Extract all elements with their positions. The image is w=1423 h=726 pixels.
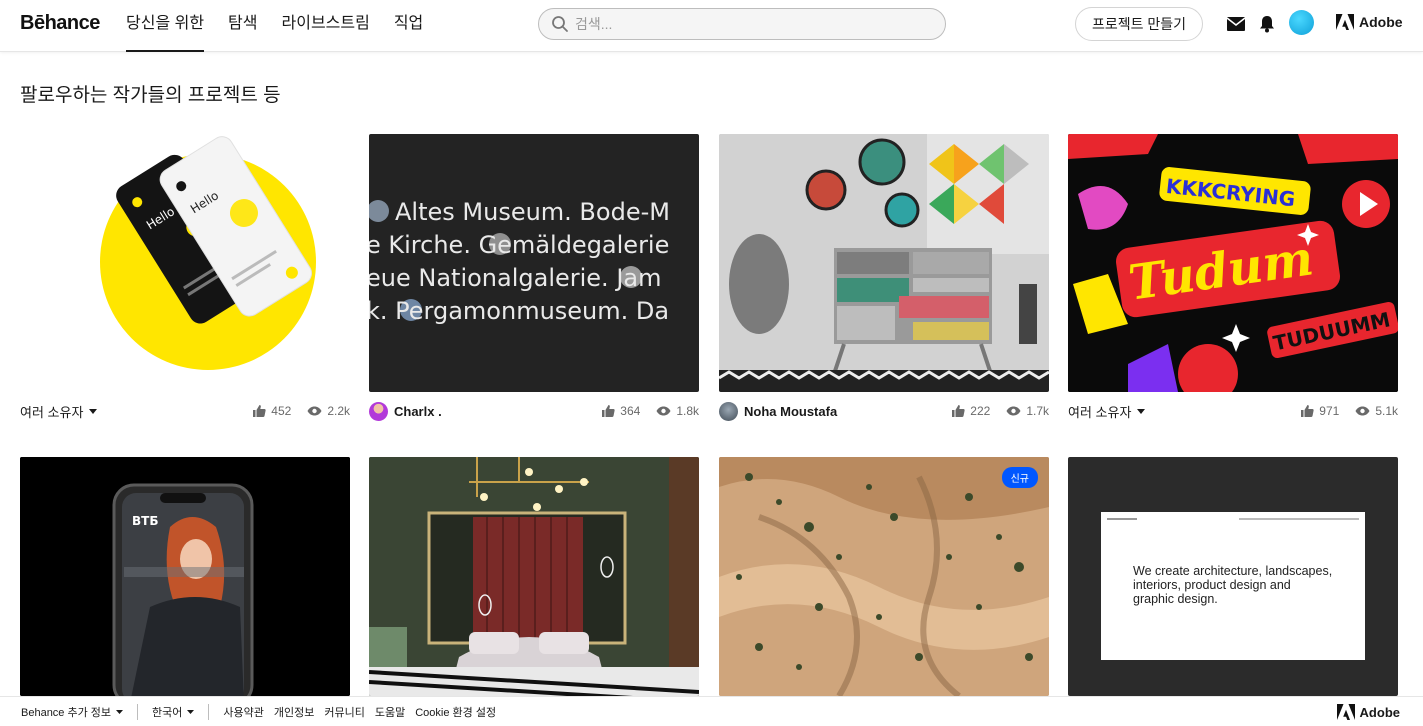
- bell-icon[interactable]: [1257, 14, 1277, 34]
- project-meta: 여러 소유자 971 5.1k: [1068, 401, 1398, 421]
- owner-dropdown[interactable]: 여러 소유자: [20, 402, 98, 421]
- likes-count: 452: [271, 404, 292, 418]
- thumbs-up-icon: [602, 405, 615, 417]
- caret-down-icon: [187, 709, 195, 714]
- eye-icon: [307, 406, 322, 416]
- nav-livestream[interactable]: 라이브스트림: [282, 0, 370, 52]
- eye-icon: [1355, 406, 1370, 416]
- adobe-logo-icon: [1336, 704, 1355, 720]
- divider: [208, 703, 210, 720]
- owner-link[interactable]: Noha Moustafa: [719, 401, 838, 421]
- project-thumbnail[interactable]: Altes Museum. Bode-M e Kirche. Gemäldega…: [369, 134, 699, 392]
- project-meta: Noha Moustafa 222 1.7k: [719, 401, 1049, 421]
- likes-count: 222: [970, 404, 991, 418]
- thumbs-up-icon: [253, 405, 266, 417]
- footer-more-label: Behance 추가 정보: [21, 706, 112, 719]
- museum-line: Altes Museum. Bode-M: [395, 198, 670, 226]
- project-meta: Charlx . 364 1.8k: [369, 401, 699, 421]
- section-title: 팔로우하는 작가들의 프로젝트 등: [20, 85, 281, 106]
- user-avatar[interactable]: [1289, 10, 1314, 35]
- search-icon: [551, 15, 569, 33]
- website-preview: We create architecture, landscapes, inte…: [1101, 512, 1365, 660]
- divider: [137, 703, 139, 720]
- project-stats: 222 1.7k: [951, 404, 1049, 418]
- new-badge: 신규: [1001, 467, 1038, 488]
- mail-icon[interactable]: [1226, 14, 1246, 34]
- website-preview-text: We create architecture, landscapes, inte…: [1133, 564, 1333, 606]
- owner-name: 여러 소유자: [20, 404, 84, 420]
- footer-adobe-link[interactable]: Adobe: [1336, 704, 1400, 720]
- footer-language-dropdown[interactable]: 한국어: [152, 704, 195, 720]
- caret-down-icon: [116, 709, 124, 714]
- adobe-label: Adobe: [1359, 704, 1400, 720]
- views-count: 5.1k: [1375, 404, 1398, 418]
- footer-more-dropdown[interactable]: Behance 추가 정보: [21, 704, 124, 720]
- owner-name: Noha Moustafa: [744, 403, 838, 419]
- project-meta: 여러 소유자 452 2.2k: [20, 401, 350, 421]
- nav-for-you[interactable]: 당신을 위한: [126, 0, 205, 52]
- likes-count: 971: [1319, 404, 1340, 418]
- footer-cookie-link[interactable]: Cookie 환경 설정: [415, 704, 496, 720]
- likes-count: 364: [620, 404, 641, 418]
- project-thumbnail[interactable]: KKKCRYING Tudum TUDUUMM: [1068, 134, 1398, 392]
- owner-link[interactable]: Charlx .: [369, 401, 442, 421]
- thumbs-up-icon: [1301, 405, 1314, 417]
- top-header: Bēhance 당신을 위한 탐색 라이브스트림 직업 프로젝트 만들기 Ado…: [0, 0, 1423, 52]
- thumbs-up-icon: [952, 405, 965, 417]
- footer-privacy-link[interactable]: 개인정보: [274, 704, 314, 720]
- owner-avatar: [369, 401, 388, 421]
- owner-name: Charlx .: [394, 403, 442, 419]
- nav-explore[interactable]: 탐색: [228, 0, 257, 52]
- views-count: 2.2k: [327, 404, 350, 418]
- project-thumbnail[interactable]: Hello Hello: [20, 134, 350, 392]
- footer: Behance 추가 정보 한국어 사용약관 개인정보 커뮤니티 도움말 Coo…: [0, 696, 1423, 726]
- behance-logo[interactable]: Bēhance: [20, 12, 100, 35]
- project-stats: 971 5.1k: [1300, 404, 1398, 418]
- owner-dropdown[interactable]: 여러 소유자: [1068, 402, 1146, 421]
- main-nav: 당신을 위한 탐색 라이브스트림 직업: [126, 0, 447, 52]
- museum-line: k. Pergamonmuseum. Da: [369, 297, 669, 325]
- vtb-logo-text: ВТБ: [132, 514, 158, 528]
- project-thumbnail[interactable]: We create architecture, landscapes, inte…: [1068, 457, 1398, 696]
- footer-community-link[interactable]: 커뮤니티: [324, 704, 364, 720]
- owner-name: 여러 소유자: [1068, 404, 1132, 420]
- search-input[interactable]: [575, 16, 935, 32]
- project-stats: 364 1.8k: [601, 404, 699, 418]
- nav-jobs[interactable]: 직업: [394, 0, 423, 52]
- search-box[interactable]: [538, 8, 946, 40]
- project-thumbnail[interactable]: 신규: [719, 457, 1049, 696]
- eye-icon: [1006, 406, 1021, 416]
- views-count: 1.7k: [1026, 404, 1049, 418]
- views-count: 1.8k: [676, 404, 699, 418]
- project-thumbnail[interactable]: [719, 134, 1049, 392]
- museum-line: eue Nationalgalerie. Jam: [369, 264, 661, 292]
- caret-down-icon: [1137, 408, 1146, 414]
- footer-help-link[interactable]: 도움말: [375, 704, 405, 720]
- caret-down-icon: [89, 408, 98, 414]
- footer-terms-link[interactable]: 사용약관: [223, 704, 263, 720]
- owner-avatar: [719, 401, 738, 421]
- museum-line: e Kirche. Gemäldegalerie: [369, 231, 669, 259]
- footer-language-label: 한국어: [152, 706, 183, 719]
- project-thumbnail[interactable]: ВТБ: [20, 457, 350, 696]
- adobe-label: Adobe: [1359, 14, 1403, 30]
- eye-icon: [656, 406, 671, 416]
- project-thumbnail[interactable]: [369, 457, 699, 696]
- adobe-logo-icon: [1336, 14, 1354, 30]
- adobe-link[interactable]: Adobe: [1336, 14, 1403, 30]
- create-project-button[interactable]: 프로젝트 만들기: [1075, 7, 1203, 41]
- project-stats: 452 2.2k: [252, 404, 350, 418]
